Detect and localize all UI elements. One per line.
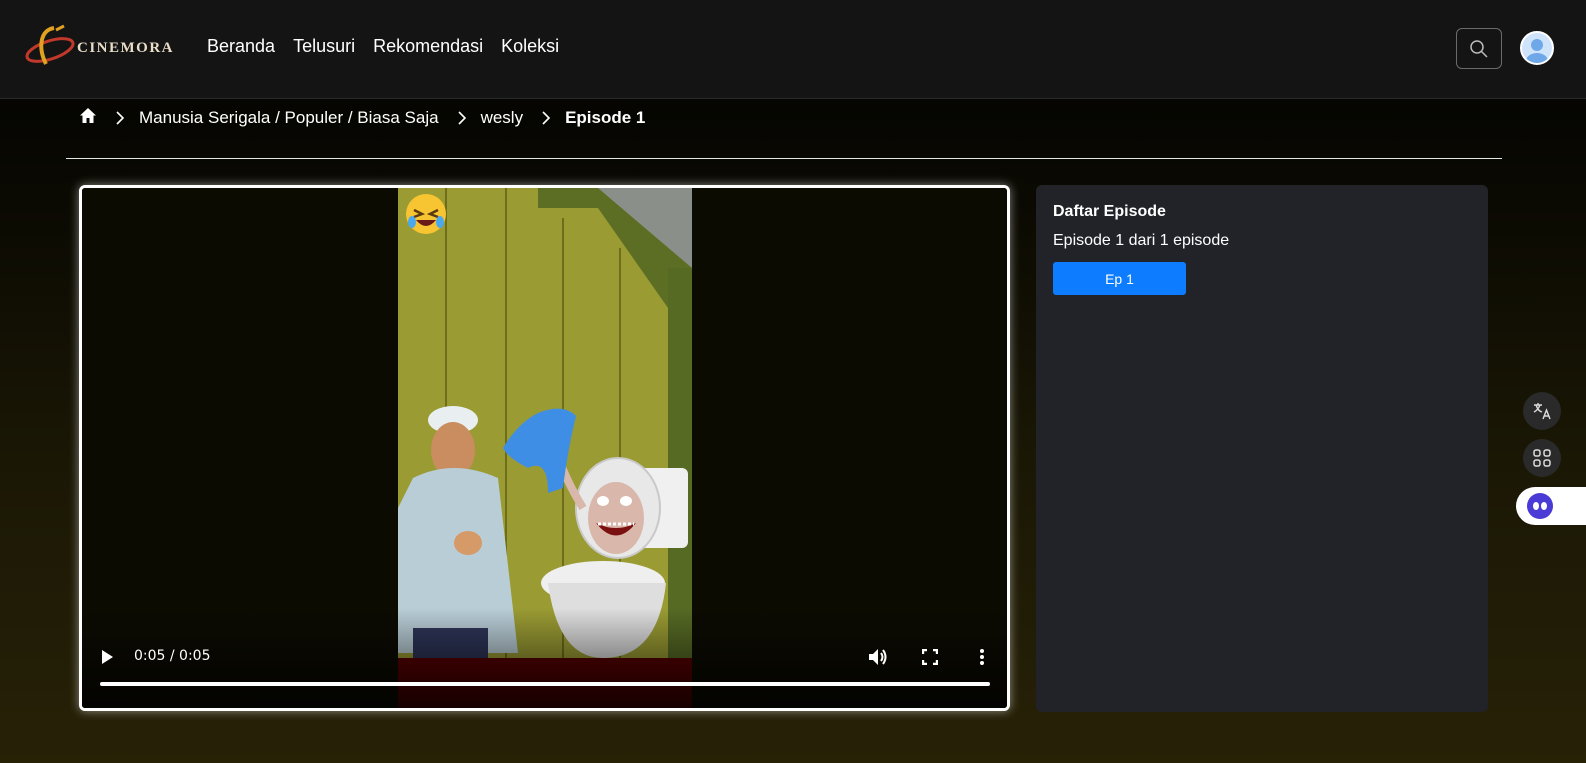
breadcrumb-category[interactable]: Manusia Serigala / Populer / Biasa Saja	[139, 108, 439, 128]
breadcrumb-current: Episode 1	[565, 108, 646, 127]
volume-icon[interactable]	[866, 645, 890, 669]
avatar[interactable]	[1520, 31, 1554, 65]
apps-button[interactable]	[1523, 439, 1561, 477]
divider	[66, 158, 1502, 159]
search-icon	[1470, 39, 1488, 58]
home-icon[interactable]	[79, 107, 97, 129]
translate-icon	[1533, 403, 1551, 420]
nav-beranda[interactable]: Beranda	[207, 36, 275, 57]
nav-rekomendasi[interactable]: Rekomendasi	[373, 36, 483, 57]
breadcrumb-user[interactable]: wesly	[481, 108, 524, 128]
laughing-emoji	[404, 192, 448, 236]
main-nav: Beranda Telusuri Rekomendasi Koleksi	[207, 36, 559, 57]
assistant-icon	[1527, 493, 1553, 519]
search-button[interactable]	[1456, 28, 1502, 69]
episode-panel: Daftar Episode Episode 1 dari 1 episode …	[1036, 185, 1488, 712]
top-header: CINEMORA Beranda Telusuri Rekomendasi Ko…	[0, 0, 1586, 99]
progress-bar[interactable]	[100, 682, 990, 686]
brand-logo[interactable]: CINEMORA	[24, 22, 184, 74]
episode-button-1[interactable]: Ep 1	[1053, 262, 1186, 295]
video-player[interactable]: 0:05 / 0:05	[79, 185, 1010, 711]
chevron-right-icon	[457, 110, 467, 126]
more-vertical-icon[interactable]	[970, 645, 994, 669]
chevron-right-icon	[541, 110, 551, 126]
episode-panel-title: Daftar Episode	[1053, 203, 1166, 220]
nav-koleksi[interactable]: Koleksi	[501, 36, 559, 57]
assistant-button[interactable]	[1516, 487, 1586, 525]
nav-telusuri[interactable]: Telusuri	[293, 36, 355, 57]
logo-icon	[24, 22, 80, 74]
fullscreen-icon[interactable]	[918, 645, 942, 669]
episode-count: Episode 1 dari 1 episode	[1053, 232, 1230, 249]
apps-icon	[1533, 449, 1551, 467]
translate-button[interactable]	[1523, 392, 1561, 430]
brand-name: CINEMORA	[77, 39, 174, 56]
play-icon[interactable]	[96, 646, 118, 668]
chevron-right-icon	[115, 110, 125, 126]
time-display: 0:05 / 0:05	[134, 648, 211, 664]
breadcrumb: Manusia Serigala / Populer / Biasa Saja …	[79, 106, 645, 130]
